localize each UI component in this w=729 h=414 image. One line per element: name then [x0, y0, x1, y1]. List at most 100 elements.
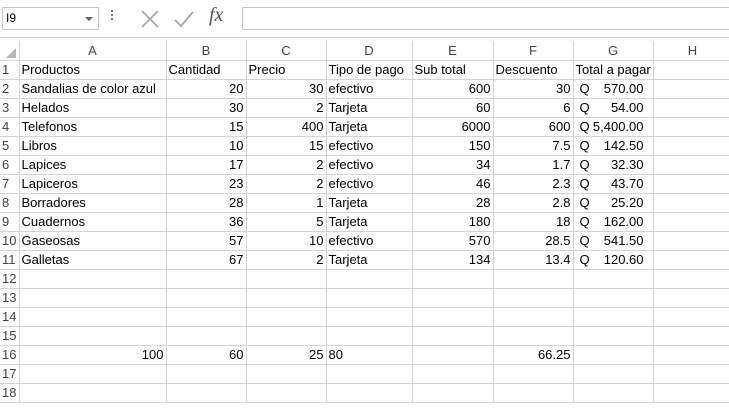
cell-d18[interactable] [326, 383, 413, 403]
cell-a11[interactable]: Galletas [19, 250, 167, 270]
row-header[interactable]: 4 [0, 117, 20, 137]
cell-g16[interactable] [573, 345, 654, 365]
cell-c10[interactable]: 10 [246, 231, 327, 251]
cell-b8[interactable]: 28 [166, 193, 247, 213]
cell-c4[interactable]: 400 [246, 117, 327, 137]
cell-e7[interactable]: 46 [412, 174, 494, 194]
cell-e5[interactable]: 150 [412, 136, 494, 156]
cell-c2[interactable]: 30 [246, 79, 327, 99]
chevron-down-icon[interactable] [85, 17, 93, 21]
cell-b1[interactable]: Cantidad [166, 60, 247, 80]
cell-f3[interactable]: 6 [493, 98, 574, 118]
enter-icon[interactable] [171, 6, 197, 32]
cell-c6[interactable]: 2 [246, 155, 327, 175]
row-header[interactable]: 18 [0, 383, 20, 403]
cell-b3[interactable]: 30 [166, 98, 247, 118]
cell-a6[interactable]: Lapices [19, 155, 167, 175]
cell-g9[interactable]: Q 162.00 [573, 212, 654, 232]
cell-e4[interactable]: 6000 [412, 117, 494, 137]
cell-g5[interactable]: Q 142.50 [573, 136, 654, 156]
cell-a12[interactable] [19, 269, 167, 289]
cell-g4[interactable]: Q 5,400.00 [573, 117, 654, 137]
cell-a9[interactable]: Cuadernos [19, 212, 167, 232]
cell-d7[interactable]: efectivo [326, 174, 413, 194]
cell-e13[interactable] [412, 288, 494, 308]
cell-f18[interactable] [493, 383, 574, 403]
row-header[interactable]: 9 [0, 212, 20, 232]
cell-g12[interactable] [573, 269, 654, 289]
cell-h10[interactable] [653, 231, 729, 251]
row-header[interactable]: 12 [0, 269, 20, 289]
cell-d5[interactable]: efectivo [326, 136, 413, 156]
cell-b13[interactable] [166, 288, 247, 308]
cell-e17[interactable] [412, 364, 494, 384]
cell-c17[interactable] [246, 364, 327, 384]
cell-f5[interactable]: 7.5 [493, 136, 574, 156]
cell-f13[interactable] [493, 288, 574, 308]
cell-d9[interactable]: Tarjeta [326, 212, 413, 232]
cell-d14[interactable] [326, 307, 413, 327]
cell-g15[interactable] [573, 326, 654, 346]
cell-d11[interactable]: Tarjeta [326, 250, 413, 270]
col-header-c[interactable]: C [246, 41, 327, 61]
row-header[interactable]: 11 [0, 250, 20, 270]
cell-c3[interactable]: 2 [246, 98, 327, 118]
cell-c1[interactable]: Precio [246, 60, 327, 80]
row-header[interactable]: 17 [0, 364, 20, 384]
cell-b5[interactable]: 10 [166, 136, 247, 156]
cell-e6[interactable]: 34 [412, 155, 494, 175]
cell-g8[interactable]: Q 25.20 [573, 193, 654, 213]
row-header[interactable]: 13 [0, 288, 20, 308]
insert-function-icon[interactable]: fx [209, 4, 223, 27]
row-header[interactable]: 3 [0, 98, 20, 118]
row-header[interactable]: 16 [0, 345, 20, 365]
cell-e8[interactable]: 28 [412, 193, 494, 213]
cell-a15[interactable] [19, 326, 167, 346]
cell-h5[interactable] [653, 136, 729, 156]
cell-a16[interactable]: 100 [19, 345, 167, 365]
cell-b18[interactable] [166, 383, 247, 403]
cell-d4[interactable]: Tarjeta [326, 117, 413, 137]
cell-h18[interactable] [653, 383, 729, 403]
cancel-icon[interactable] [137, 6, 163, 32]
cell-b12[interactable] [166, 269, 247, 289]
cell-e12[interactable] [412, 269, 494, 289]
cell-c18[interactable] [246, 383, 327, 403]
col-header-f[interactable]: F [493, 41, 574, 61]
cell-h11[interactable] [653, 250, 729, 270]
cell-h3[interactable] [653, 98, 729, 118]
cell-c14[interactable] [246, 307, 327, 327]
cell-f14[interactable] [493, 307, 574, 327]
cell-h13[interactable] [653, 288, 729, 308]
cell-d1[interactable]: Tipo de pago [326, 60, 413, 80]
cell-g10[interactable]: Q 541.50 [573, 231, 654, 251]
cell-e11[interactable]: 134 [412, 250, 494, 270]
cell-g11[interactable]: Q 120.60 [573, 250, 654, 270]
row-header[interactable]: 15 [0, 326, 20, 346]
cell-b14[interactable] [166, 307, 247, 327]
cell-f12[interactable] [493, 269, 574, 289]
cell-b7[interactable]: 23 [166, 174, 247, 194]
col-header-a[interactable]: A [19, 41, 167, 61]
cell-d15[interactable] [326, 326, 413, 346]
cell-c5[interactable]: 15 [246, 136, 327, 156]
row-header[interactable]: 6 [0, 155, 20, 175]
cell-d3[interactable]: Tarjeta [326, 98, 413, 118]
cell-b16[interactable]: 60 [166, 345, 247, 365]
cell-a3[interactable]: Helados [19, 98, 167, 118]
cell-d13[interactable] [326, 288, 413, 308]
cell-f10[interactable]: 28.5 [493, 231, 574, 251]
cell-e10[interactable]: 570 [412, 231, 494, 251]
cell-e9[interactable]: 180 [412, 212, 494, 232]
name-box[interactable]: I9 [2, 7, 99, 30]
cell-g18[interactable] [573, 383, 654, 403]
cell-f7[interactable]: 2.3 [493, 174, 574, 194]
cell-f11[interactable]: 13.4 [493, 250, 574, 270]
cell-h12[interactable] [653, 269, 729, 289]
cell-a8[interactable]: Borradores [19, 193, 167, 213]
cell-e2[interactable]: 600 [412, 79, 494, 99]
cell-c11[interactable]: 2 [246, 250, 327, 270]
cell-h4[interactable] [653, 117, 729, 137]
cell-f2[interactable]: 30 [493, 79, 574, 99]
cell-g7[interactable]: Q 43.70 [573, 174, 654, 194]
